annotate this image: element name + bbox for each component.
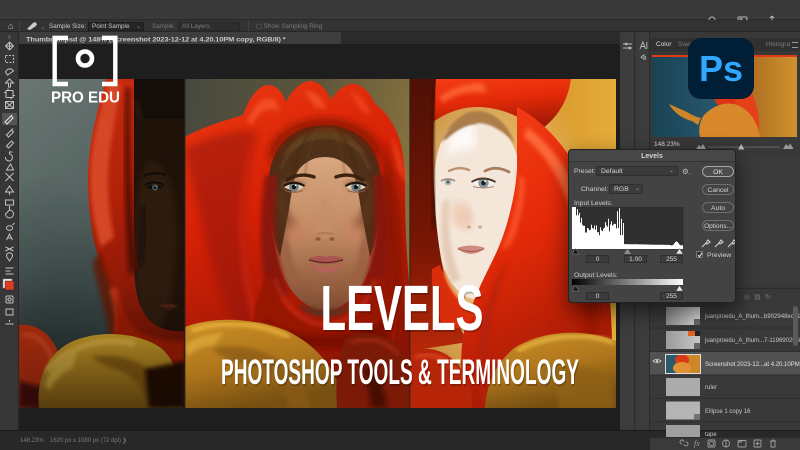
- svg-text:ruler: ruler: [705, 385, 717, 391]
- svg-text:juanproedu_A_thum...b902948ec_: juanproedu_A_thum...b902948ec_1 copy: [704, 314, 800, 320]
- svg-text:Ellipse 1 copy 16: Ellipse 1 copy 16: [705, 409, 751, 415]
- svg-text:PRO EDU: PRO EDU: [51, 90, 120, 107]
- svg-text:juanproedu_A_thum...7-11969029: juanproedu_A_thum...7-1196902948ec_1: [704, 338, 800, 344]
- svg-text:LEVELS: LEVELS: [321, 272, 484, 344]
- svg-text:PHOTOSHOP TOOLS & TERMINOLOGY: PHOTOSHOP TOOLS & TERMINOLOGY: [221, 353, 579, 392]
- svg-text:fx: fx: [694, 439, 700, 448]
- svg-text:Screenshot 2023-12...at 4.20.1: Screenshot 2023-12...at 4.20.10PM copy: [705, 362, 800, 368]
